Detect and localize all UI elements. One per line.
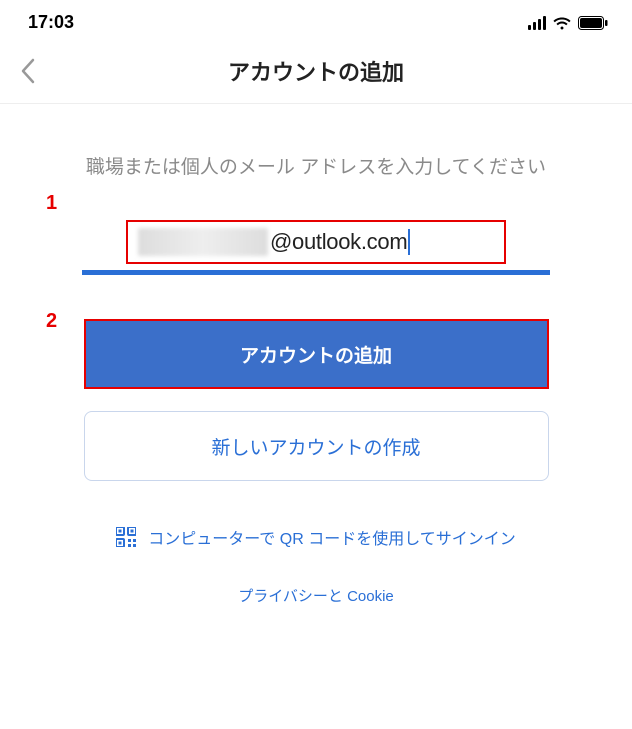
- add-account-label: アカウントの追加: [240, 341, 392, 368]
- status-bar: 17:03: [0, 0, 632, 41]
- page-title: アカウントの追加: [20, 55, 612, 87]
- cellular-icon: [528, 16, 546, 30]
- qr-signin-link[interactable]: コンピューターで QR コードを使用してサインイン: [60, 525, 572, 549]
- instruction-text: 職場または個人のメール アドレスを入力してください: [60, 152, 572, 184]
- qr-signin-label: コンピューターで QR コードを使用してサインイン: [148, 525, 515, 549]
- privacy-link[interactable]: プライバシーと Cookie: [60, 585, 572, 606]
- create-account-label: 新しいアカウントの作成: [211, 433, 420, 460]
- email-suffix: @outlook.com: [270, 229, 407, 255]
- email-field-wrap: 1 @outlook.com 2 アカウントの追加 新しいアカウントの作成 コン…: [60, 220, 572, 606]
- email-input[interactable]: @outlook.com: [126, 220, 506, 264]
- content: 職場または個人のメール アドレスを入力してください 1 @outlook.com…: [0, 104, 632, 606]
- privacy-label: プライバシーと Cookie: [238, 588, 394, 605]
- email-redacted: [138, 228, 268, 256]
- input-underline: [82, 270, 550, 275]
- add-account-button[interactable]: アカウントの追加: [84, 319, 549, 389]
- annotation-marker-1: 1: [46, 192, 57, 215]
- text-cursor: [408, 229, 410, 255]
- back-button[interactable]: [20, 58, 36, 84]
- annotation-marker-2: 2: [46, 310, 57, 333]
- wifi-icon: [552, 15, 572, 31]
- create-account-button[interactable]: 新しいアカウントの作成: [84, 411, 549, 481]
- battery-icon: [578, 16, 608, 30]
- qr-icon: [116, 527, 136, 547]
- nav-bar: アカウントの追加: [0, 41, 632, 104]
- status-time: 17:03: [28, 12, 74, 33]
- status-right: [528, 15, 608, 31]
